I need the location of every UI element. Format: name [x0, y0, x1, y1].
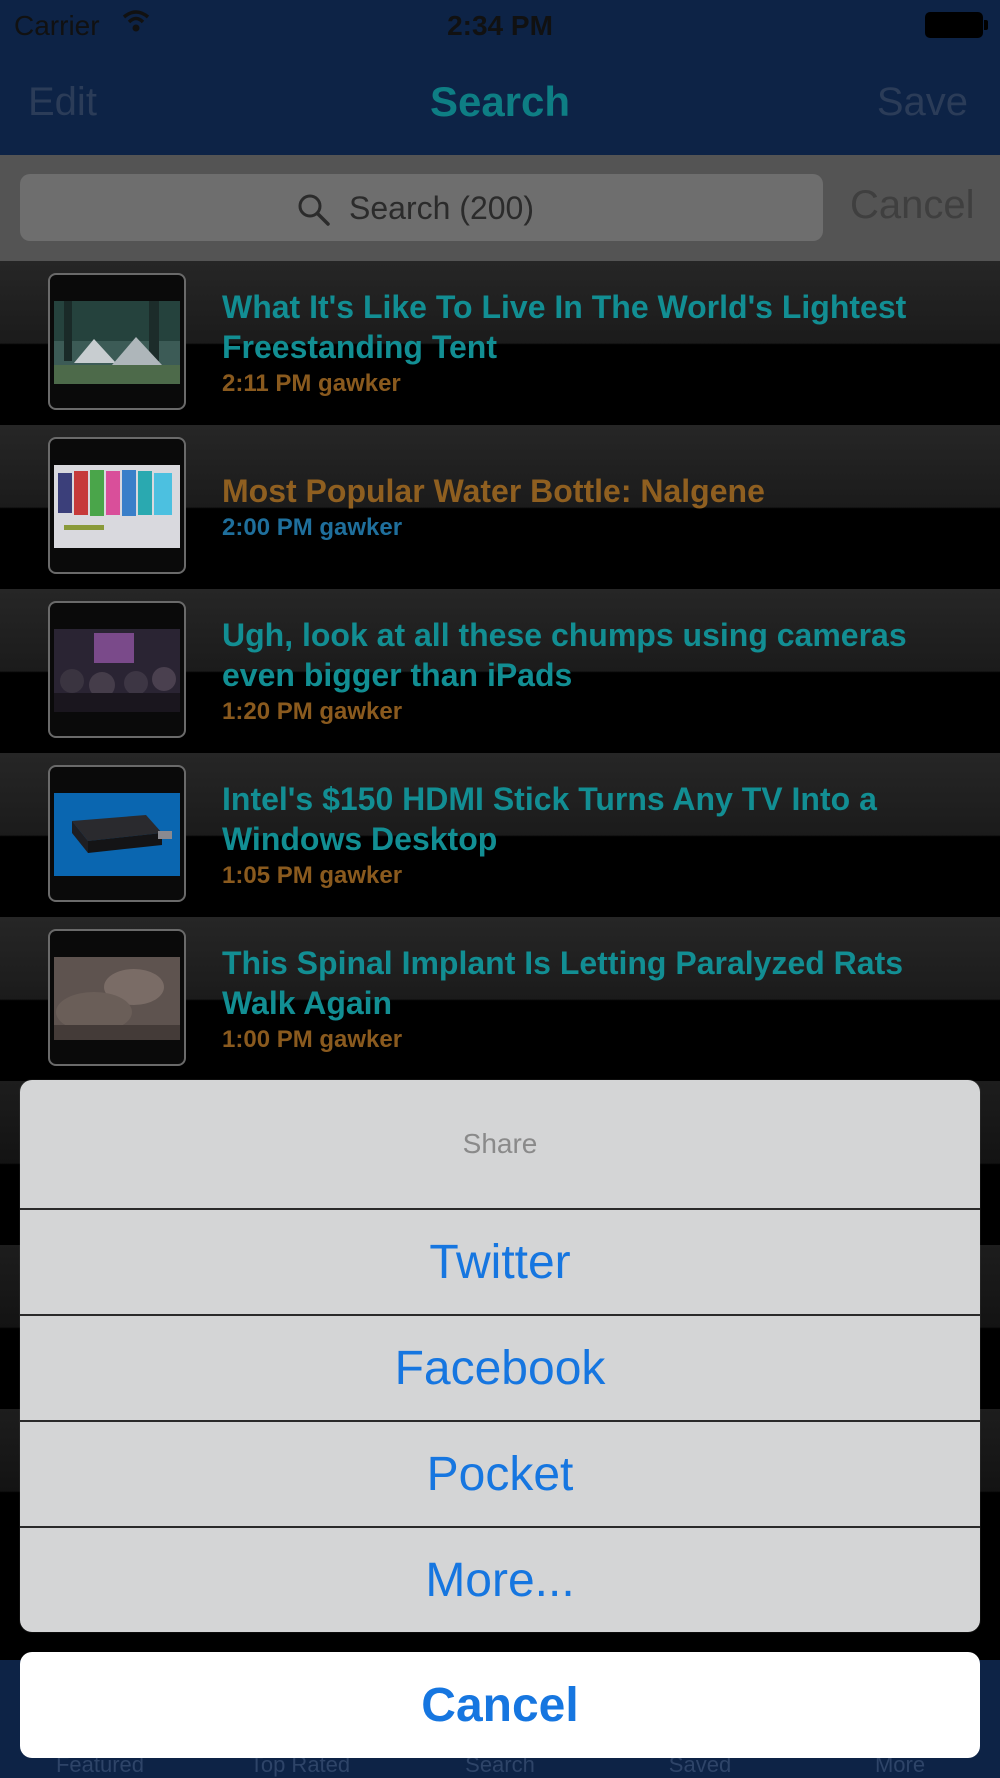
article-meta: 1:05 PM gawker — [222, 862, 403, 889]
article-title: This Spinal Implant Is Letting Paralyzed… — [222, 945, 904, 1021]
battery-icon — [925, 12, 988, 38]
share-twitter-button[interactable]: Twitter — [20, 1208, 980, 1314]
bottles-image — [54, 465, 180, 548]
article-row[interactable]: This Spinal Implant Is Letting Paralyzed… — [0, 917, 1000, 1081]
status-bar: Carrier 2:34 PM — [0, 0, 1000, 50]
tent-image — [54, 301, 180, 384]
article-row[interactable]: Intel's $150 HDMI Stick Turns Any TV Int… — [0, 753, 1000, 917]
share-pocket-button[interactable]: Pocket — [20, 1420, 980, 1526]
article-thumbnail — [48, 601, 186, 738]
article-thumbnail — [48, 765, 186, 902]
article-title: Ugh, look at all these chumps using came… — [222, 617, 907, 693]
action-sheet-cancel-button[interactable]: Cancel — [20, 1652, 980, 1758]
hdmi-stick-image — [54, 793, 180, 876]
search-cancel-button[interactable]: Cancel — [850, 183, 975, 228]
share-action-sheet: Share Twitter Facebook Pocket More... — [20, 1080, 980, 1632]
search-placeholder: Search (200) — [349, 190, 534, 226]
page-title: Search — [429, 78, 571, 125]
implant-image — [54, 957, 180, 1040]
article-meta: 2:00 PM gawker — [222, 514, 403, 541]
article-meta: 1:20 PM gawker — [222, 698, 403, 725]
article-meta: 2:11 PM gawker — [222, 370, 401, 397]
article-row[interactable]: What It's Like To Live In The World's Li… — [0, 261, 1000, 425]
save-button[interactable]: Save — [877, 80, 968, 125]
crowd-image — [54, 629, 180, 712]
clock: 2:34 PM — [447, 10, 553, 41]
search-bar: Search (200) Cancel — [0, 155, 1000, 261]
article-thumbnail — [48, 929, 186, 1066]
article-row[interactable]: Most Popular Water Bottle: Nalgene 2:00 … — [0, 425, 1000, 589]
article-row[interactable]: Ugh, look at all these chumps using came… — [0, 589, 1000, 753]
article-meta: 1:00 PM gawker — [222, 1026, 403, 1053]
article-title: Intel's $150 HDMI Stick Turns Any TV Int… — [222, 781, 877, 857]
share-facebook-button[interactable]: Facebook — [20, 1314, 980, 1420]
action-sheet-title: Share — [462, 1128, 538, 1159]
article-thumbnail — [48, 437, 186, 574]
article-title: What It's Like To Live In The World's Li… — [222, 289, 907, 365]
navigation-bar: Edit Search Save — [0, 50, 1000, 155]
article-thumbnail — [48, 273, 186, 410]
article-title: Most Popular Water Bottle: Nalgene — [222, 473, 765, 509]
share-more-button[interactable]: More... — [20, 1526, 980, 1632]
search-icon — [298, 194, 330, 226]
search-input[interactable]: Search (200) — [20, 174, 823, 241]
